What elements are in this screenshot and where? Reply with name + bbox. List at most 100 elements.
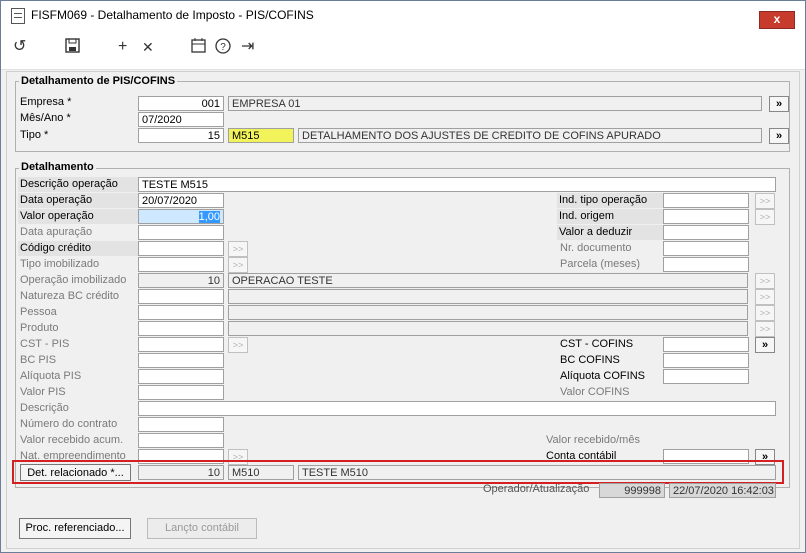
bc-pis-label: BC PIS [20,354,57,366]
tipo-imob-lookup-button[interactable]: >> [228,257,248,273]
remove-icon[interactable]: ✕ [142,38,154,56]
num-contrato-label: Número do contrato [20,418,118,430]
pessoa-field[interactable] [138,305,224,320]
data-apur-label: Data apuração [20,226,93,238]
cst-pis-lookup-button[interactable]: >> [228,337,248,353]
desc-op-field[interactable]: TESTE M515 [138,177,776,192]
bc-pis-field[interactable] [138,353,224,368]
ind-tipo-op-lookup-button[interactable]: >> [755,193,775,209]
cst-pis-label: CST - PIS [20,338,70,350]
desc-op-label: Descrição operação [18,177,139,192]
data-op-field[interactable]: 20/07/2020 [138,193,224,208]
cst-cofins-field[interactable] [663,337,749,352]
undo-icon[interactable]: ↺ [13,38,26,56]
bc-cofins-field[interactable] [663,353,749,368]
title-bar: FISFM069 - Detalhamento de Imposto - PIS… [1,1,805,29]
valor-cofins-label: Valor COFINS [560,386,630,398]
valor-op-field[interactable]: 1,00 [138,209,224,224]
produto-field[interactable] [138,321,224,336]
save-icon[interactable] [65,38,80,57]
content-area: Detalhamento de PIS/COFINS Empresa * 001… [6,71,800,549]
det-rel-desc-field: TESTE M510 [298,465,776,480]
empresa-label: Empresa * [20,96,72,108]
toolbar: ↺ + ✕ ? ⇥ [1,29,805,70]
main-window: FISFM069 - Detalhamento de Imposto - PIS… [0,0,806,553]
ind-origem-label: Ind. origem [557,209,663,224]
parcela-field[interactable] [663,257,749,272]
empresa-name-field: EMPRESA 01 [228,96,762,111]
det-rel-code-field: M510 [228,465,294,480]
bc-cofins-label: BC COFINS [560,354,620,366]
aliq-pis-field[interactable] [138,369,224,384]
op-imob-desc-field: OPERACAO TESTE [228,273,748,288]
exit-icon[interactable]: ⇥ [241,38,254,56]
valor-receb-mes-label: Valor recebido/mês [546,434,640,446]
tipo-label: Tipo * [20,129,49,141]
tipo-imob-field[interactable] [138,257,224,272]
atualizacao-field: 22/07/2020 16:42:03 [669,483,776,498]
tipo-imob-label: Tipo imobilizado [20,258,100,270]
empresa-code-field[interactable]: 001 [138,96,224,111]
window-title: FISFM069 - Detalhamento de Imposto - PIS… [31,8,314,22]
proc-referenciado-button[interactable]: Proc. referenciado... [19,518,131,539]
valor-receb-acum-label: Valor recebido acum. [20,434,124,446]
ind-tipo-op-label: Ind. tipo operação [557,193,663,208]
aliq-cofins-label: Alíquota COFINS [560,370,645,382]
det-relacionado-button[interactable]: Det. relacionado *... [20,464,131,481]
mesano-label: Mês/Ano * [20,112,71,124]
valor-pis-field[interactable] [138,385,224,400]
nat-bc-lookup-button[interactable]: >> [755,289,775,305]
produto-lookup-button[interactable]: >> [755,321,775,337]
op-imob-num-field: 10 [138,273,224,288]
pessoa-desc-field [228,305,748,320]
nat-bc-desc-field [228,289,748,304]
valor-deduzir-label: Valor a deduzir [557,225,663,240]
operador-field: 999998 [599,483,665,498]
empresa-lookup-button[interactable]: » [769,96,789,112]
calendar-icon[interactable] [191,38,206,58]
tipo-num-field[interactable]: 15 [138,128,224,143]
op-imob-lookup-button[interactable]: >> [755,273,775,289]
parcela-label: Parcela (meses) [560,258,641,270]
valor-receb-acum-field[interactable] [138,433,224,448]
descricao-field[interactable] [138,401,776,416]
document-icon [11,8,25,24]
valor-op-value: 1,00 [198,211,220,223]
valor-deduzir-field[interactable] [663,225,749,240]
op-imob-label: Operação imobilizado [20,274,127,286]
aliq-pis-label: Alíquota PIS [20,370,82,382]
lancto-contabil-button[interactable]: Lançto contábil [147,518,257,539]
data-apur-field[interactable] [138,225,224,240]
section-title-pis-cofins: Detalhamento de PIS/COFINS [19,75,178,87]
data-op-label: Data operação [18,193,139,208]
nr-doc-field[interactable] [663,241,749,256]
nat-bc-field[interactable] [138,289,224,304]
pessoa-lookup-button[interactable]: >> [755,305,775,321]
cst-cofins-label: CST - COFINS [560,338,634,350]
cod-cred-label: Código crédito [18,241,139,256]
add-icon[interactable]: + [118,38,127,56]
ind-tipo-op-field[interactable] [663,193,749,208]
descricao-label: Descrição [20,402,69,414]
help-icon[interactable]: ? [215,38,231,59]
cod-cred-lookup-button[interactable]: >> [228,241,248,257]
tipo-code-field[interactable]: M515 [228,128,294,143]
produto-desc-field [228,321,748,336]
tipo-lookup-button[interactable]: » [769,128,789,144]
help-mark: ? [220,42,226,53]
nr-doc-label: Nr. documento [560,242,632,254]
cod-cred-field[interactable] [138,241,224,256]
ind-origem-field[interactable] [663,209,749,224]
section-title-detalhamento: Detalhamento [19,161,96,173]
nat-bc-label: Natureza BC crédito [20,290,120,302]
num-contrato-field[interactable] [138,417,224,432]
cst-cofins-lookup-button[interactable]: » [755,337,775,353]
cst-pis-field[interactable] [138,337,224,352]
ind-origem-lookup-button[interactable]: >> [755,209,775,225]
pessoa-label: Pessoa [20,306,57,318]
tipo-desc-field: DETALHAMENTO DOS AJUSTES DE CREDITO DE C… [298,128,762,143]
produto-label: Produto [20,322,59,334]
aliq-cofins-field[interactable] [663,369,749,384]
mesano-field[interactable]: 07/2020 [138,112,224,127]
close-button[interactable]: x [759,11,795,29]
